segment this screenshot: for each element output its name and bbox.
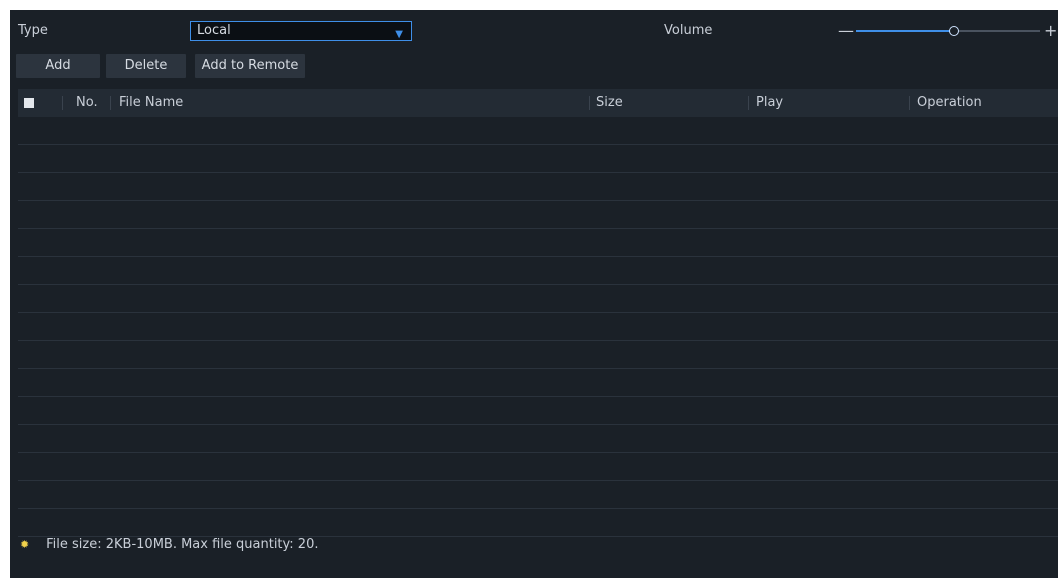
table-row — [18, 341, 1058, 369]
column-separator — [62, 96, 63, 110]
plus-icon[interactable]: + — [1044, 23, 1058, 39]
table-row — [18, 285, 1058, 313]
volume-thumb[interactable] — [948, 26, 959, 36]
delete-button[interactable]: Delete — [106, 54, 186, 78]
column-header-no: No. — [76, 95, 98, 110]
bulb-icon: ✹ — [20, 538, 30, 551]
volume-track[interactable] — [856, 26, 1040, 36]
minus-icon[interactable]: — — [838, 23, 854, 39]
volume-fill — [856, 30, 954, 32]
table-row — [18, 425, 1058, 453]
table-row — [18, 201, 1058, 229]
add-to-remote-button[interactable]: Add to Remote — [195, 54, 305, 78]
table-row — [18, 173, 1058, 201]
table-row — [18, 481, 1058, 509]
column-separator — [909, 96, 910, 110]
type-select[interactable]: Local ▼ — [190, 21, 412, 41]
table-row — [18, 313, 1058, 341]
table-row — [18, 369, 1058, 397]
column-header-operation: Operation — [917, 95, 982, 110]
table-row — [18, 397, 1058, 425]
hint-text: File size: 2KB-10MB. Max file quantity: … — [46, 537, 319, 552]
add-button[interactable]: Add — [16, 54, 100, 78]
file-table: No. File Name Size Play Operation — [18, 89, 1058, 537]
column-header-size: Size — [596, 95, 623, 110]
volume-slider[interactable]: — + — [838, 22, 1058, 40]
table-body — [18, 117, 1058, 537]
column-header-play: Play — [756, 95, 784, 110]
column-header-file-name: File Name — [119, 95, 184, 110]
file-hint: ✹ File size: 2KB-10MB. Max file quantity… — [20, 537, 318, 552]
table-row — [18, 145, 1058, 173]
table-row — [18, 229, 1058, 257]
volume-label: Volume — [664, 23, 713, 38]
table-row — [18, 117, 1058, 145]
table-header: No. File Name Size Play Operation — [18, 89, 1058, 117]
column-separator — [110, 96, 111, 110]
table-row — [18, 257, 1058, 285]
select-all-checkbox[interactable] — [24, 98, 34, 108]
table-row — [18, 509, 1058, 537]
column-separator — [748, 96, 749, 110]
table-row — [18, 453, 1058, 481]
type-label: Type — [18, 23, 48, 38]
type-select-value: Local — [197, 23, 231, 38]
dropdown-caret-icon: ▼ — [395, 29, 403, 40]
audio-file-panel: Type Local ▼ Volume — + Add Delete Add t… — [10, 10, 1058, 578]
